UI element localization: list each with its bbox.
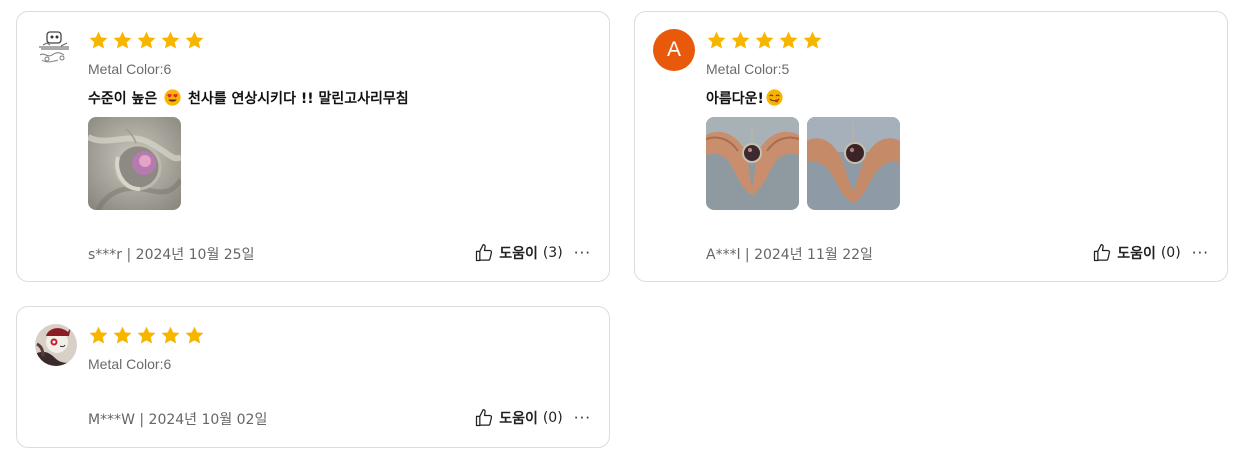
cartoon-avatar-icon (35, 324, 77, 366)
review-card: A Metal Color:5 아름다운! A***l | 2024년 11월 … (634, 11, 1228, 282)
helpful-count: (3) (542, 245, 563, 261)
helpful-count: (0) (542, 410, 563, 426)
helpful-label: 도움이 (1117, 246, 1156, 262)
heart-hands-pendant-photo-icon (706, 117, 799, 210)
review-photo[interactable] (706, 117, 799, 210)
helpful-button[interactable]: 도움이 (3) ··· (474, 243, 591, 263)
moon-pendant-photo-icon (88, 117, 181, 210)
rating-stars (88, 325, 205, 346)
avatar[interactable] (35, 29, 77, 71)
star-icon (754, 30, 775, 51)
more-options-icon[interactable]: ··· (574, 409, 591, 427)
star-icon (88, 30, 109, 51)
star-icon (730, 30, 751, 51)
star-icon (88, 325, 109, 346)
helpful-label: 도움이 (499, 246, 538, 262)
thumbs-up-icon (1092, 243, 1112, 263)
star-icon (802, 30, 823, 51)
review-text-part: 천사를 연상시키다 !! 말린고사리무침 (183, 91, 409, 107)
star-icon (112, 325, 133, 346)
review-text: 수준이 높은 천사를 연상시키다 !! 말린고사리무침 (88, 88, 409, 108)
helpful-button[interactable]: 도움이 (0) ··· (1092, 243, 1209, 263)
rating-stars (706, 30, 823, 51)
review-text-part: 수준이 높은 (88, 91, 163, 107)
more-options-icon[interactable]: ··· (574, 244, 591, 262)
review-photos (706, 117, 900, 210)
review-text: 아름다운! (706, 88, 785, 108)
review-card: Metal Color:6 수준이 높은 천사를 연상시키다 !! 말린고사리무… (16, 11, 610, 282)
thumbs-up-icon (474, 408, 494, 428)
avatar[interactable]: A (653, 29, 695, 71)
review-photos (88, 117, 181, 210)
star-icon (184, 30, 205, 51)
star-icon (184, 325, 205, 346)
helpful-label: 도움이 (499, 411, 538, 427)
star-icon (160, 30, 181, 51)
yum-emoji-icon (766, 89, 783, 106)
helpful-button[interactable]: 도움이 (0) ··· (474, 408, 591, 428)
thumbs-up-icon (474, 243, 494, 263)
star-icon (136, 30, 157, 51)
sketch-avatar-icon (35, 29, 77, 71)
helpful-count: (0) (1160, 245, 1181, 261)
more-options-icon[interactable]: ··· (1192, 244, 1209, 262)
star-icon (706, 30, 727, 51)
star-icon (112, 30, 133, 51)
rating-stars (88, 30, 205, 51)
author-date: M***W | 2024년 10월 02일 (88, 412, 268, 428)
review-card: Metal Color:6 M***W | 2024년 10월 02일 도움이 … (16, 306, 610, 448)
star-icon (778, 30, 799, 51)
metal-color: Metal Color:6 (88, 356, 172, 372)
heart-hands-pendant-photo-icon (807, 117, 900, 210)
metal-color: Metal Color:5 (706, 61, 790, 77)
star-icon (136, 325, 157, 346)
star-icon (160, 325, 181, 346)
author-date: A***l | 2024년 11월 22일 (706, 247, 873, 263)
review-text-part: 아름다운! (706, 91, 764, 107)
author-date: s***r | 2024년 10월 25일 (88, 247, 255, 263)
avatar[interactable] (35, 324, 77, 366)
metal-color: Metal Color:6 (88, 61, 172, 77)
heart-eyes-emoji-icon (164, 89, 181, 106)
review-photo[interactable] (807, 117, 900, 210)
review-photo[interactable] (88, 117, 181, 210)
